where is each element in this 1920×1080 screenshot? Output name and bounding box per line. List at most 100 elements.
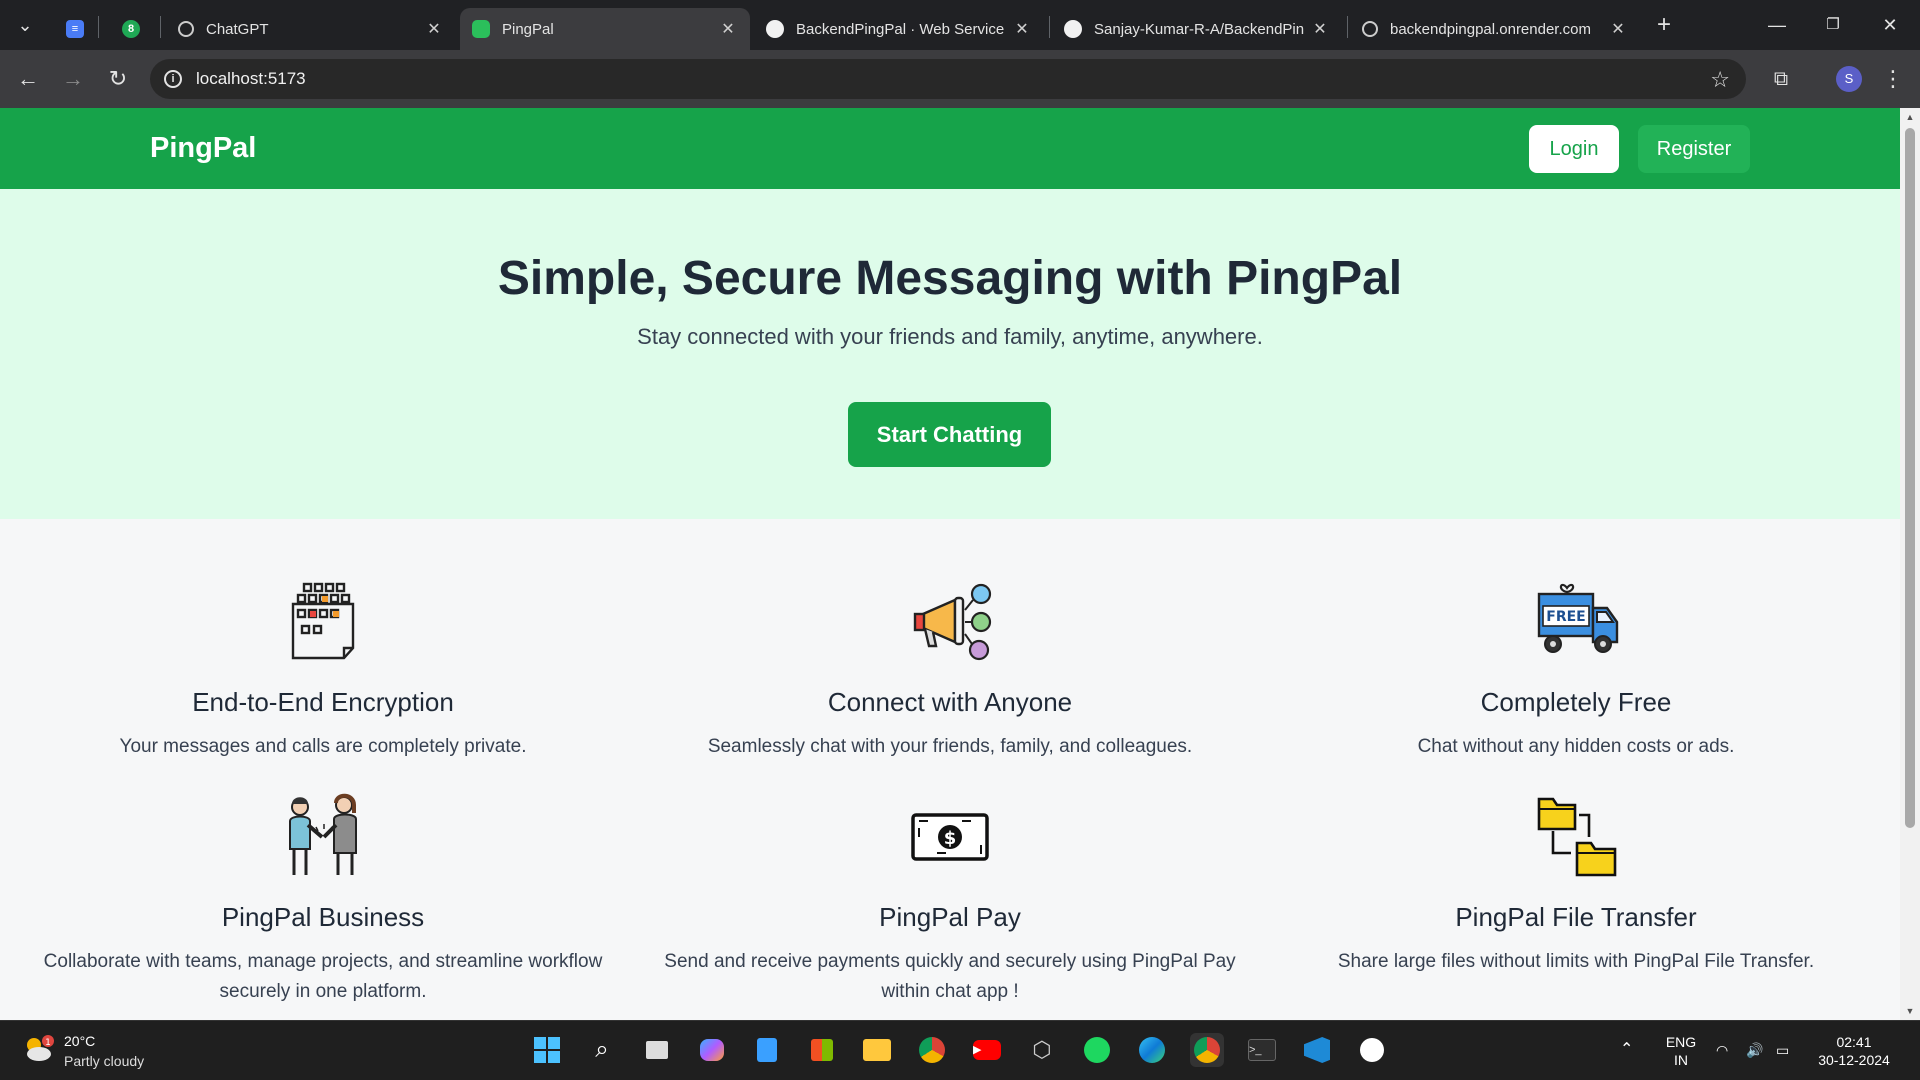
microsoft-store-icon[interactable] xyxy=(805,1033,839,1067)
restore-icon[interactable]: ❐ xyxy=(1813,10,1853,40)
feature-description: Share large files without limits with Pi… xyxy=(1337,951,1815,972)
docs-icon: ≡ xyxy=(66,20,84,38)
tab-render[interactable]: BackendPingPal · Web Service ✕ xyxy=(754,8,1044,50)
url-text: localhost:5173 xyxy=(196,69,306,88)
language-indicator[interactable]: ENG IN xyxy=(1662,1033,1700,1069)
spotify-icon[interactable] xyxy=(1080,1033,1114,1067)
scroll-up-icon[interactable]: ▲ xyxy=(1904,112,1916,122)
clock[interactable]: 02:41 30-12-2024 xyxy=(1812,1033,1896,1069)
feature-title: End-to-End Encryption xyxy=(192,687,454,717)
back-icon[interactable]: ← xyxy=(11,62,45,96)
globe-icon xyxy=(1362,21,1378,37)
windows-taskbar: 1 20°C Partly cloudy ⌕ ▶ ⬡ >_ ⌃ ENG IN ◠… xyxy=(0,1020,1920,1080)
page-viewport: PingPal Login Register Simple, Secure Me… xyxy=(0,108,1900,1020)
window-close-icon[interactable]: ✕ xyxy=(1870,10,1910,40)
tab-github[interactable]: Sanjay-Kumar-R-A/BackendPin ✕ xyxy=(1052,8,1342,50)
battery-icon[interactable]: ▭ xyxy=(1776,1041,1789,1059)
minimize-icon[interactable]: — xyxy=(1757,10,1797,40)
feature-card: PingPal File Transfer Share large files … xyxy=(1266,791,1886,977)
search-icon[interactable]: ⌕ xyxy=(585,1033,619,1067)
pinned-tab-badge[interactable]: 8 xyxy=(116,8,146,50)
tab-separator xyxy=(160,16,161,38)
copilot-icon[interactable] xyxy=(695,1033,729,1067)
register-button[interactable]: Register xyxy=(1638,125,1750,173)
tab-title: BackendPingPal · Web Service xyxy=(796,20,1005,38)
clock-date: 30-12-2024 xyxy=(1818,1052,1890,1068)
scroll-down-icon[interactable]: ▼ xyxy=(1904,1006,1916,1016)
edge-icon[interactable] xyxy=(1135,1033,1169,1067)
pinned-tab-docs[interactable]: ≡ xyxy=(60,8,90,50)
weather-condition: Partly cloudy xyxy=(64,1053,145,1069)
tab-separator xyxy=(98,16,99,38)
folders-icon xyxy=(1537,797,1617,877)
hero-subtitle: Stay connected with your friends and fam… xyxy=(637,324,1263,349)
close-icon[interactable]: ✕ xyxy=(1012,19,1032,39)
tab-search-dropdown-icon[interactable]: ⌄ xyxy=(6,10,44,40)
language-code: ENG xyxy=(1665,1034,1697,1050)
notepad-icon[interactable] xyxy=(750,1033,784,1067)
tab-separator xyxy=(1049,16,1050,38)
windows-start-icon[interactable] xyxy=(530,1033,564,1067)
close-icon[interactable]: ✕ xyxy=(1310,19,1330,39)
close-icon[interactable]: ✕ xyxy=(718,19,738,39)
github-icon xyxy=(1064,20,1082,38)
feature-card: PingPal Business Collaborate with teams,… xyxy=(13,791,633,1007)
feature-title: PingPal File Transfer xyxy=(1455,902,1697,932)
tab-chatgpt[interactable]: ChatGPT ✕ xyxy=(166,8,456,50)
feature-description: Collaborate with teams, manage projects,… xyxy=(43,951,603,1002)
page-scrollbar[interactable]: ▲ ▼ xyxy=(1900,108,1920,1020)
feature-title: Completely Free xyxy=(1480,687,1672,717)
chrome-profile-icon[interactable] xyxy=(1190,1033,1224,1067)
feature-card: FREE Completely Free Chat without any hi… xyxy=(1266,576,1886,762)
tab-title: backendpingpal.onrender.com xyxy=(1390,20,1591,38)
login-button[interactable]: Login xyxy=(1529,125,1619,173)
clock-time: 02:41 xyxy=(1836,1034,1872,1050)
brand-logo[interactable]: PingPal xyxy=(150,132,256,165)
feature-description: Send and receive payments quickly and se… xyxy=(664,951,1236,1002)
forward-icon[interactable]: → xyxy=(56,62,90,96)
site-info-icon[interactable]: i xyxy=(164,70,182,88)
reload-icon[interactable]: ↻ xyxy=(101,62,135,96)
encryption-grid-icon xyxy=(291,582,355,660)
show-hidden-icons-chevron[interactable]: ⌃ xyxy=(1620,1041,1633,1059)
new-tab-icon[interactable]: + xyxy=(1644,10,1684,40)
youtube-icon[interactable]: ▶ xyxy=(970,1033,1004,1067)
render-icon xyxy=(766,20,784,38)
weather-badge: 1 xyxy=(45,1038,51,1048)
browser-menu-icon[interactable]: ⋮ xyxy=(1876,62,1910,96)
close-icon[interactable]: ✕ xyxy=(424,19,444,39)
vscode-icon[interactable] xyxy=(1300,1033,1334,1067)
svg-text:FREE: FREE xyxy=(1546,609,1585,625)
chrome-icon[interactable] xyxy=(915,1033,949,1067)
profile-avatar[interactable]: S xyxy=(1836,66,1862,92)
dollar-bill-icon: $ xyxy=(911,813,989,861)
free-truck-icon: FREE xyxy=(1537,583,1619,653)
task-view-icon[interactable] xyxy=(640,1033,674,1067)
feature-title: PingPal Pay xyxy=(879,902,1021,932)
bookmark-star-icon[interactable]: ☆ xyxy=(1710,67,1730,93)
tab-title: PingPal xyxy=(502,20,554,38)
feature-description: Chat without any hidden costs or ads. xyxy=(1417,736,1735,757)
start-chatting-button[interactable]: Start Chatting xyxy=(848,402,1051,467)
tab-pingpal[interactable]: PingPal ✕ xyxy=(460,8,750,50)
feature-card: End-to-End Encryption Your messages and … xyxy=(13,576,633,762)
extensions-icon[interactable]: ⧉ xyxy=(1764,62,1798,96)
feature-description: Seamlessly chat with your friends, famil… xyxy=(707,736,1193,757)
pingpal-chat-icon xyxy=(472,20,490,38)
site-navbar: PingPal Login Register xyxy=(0,108,1900,189)
feature-card: Connect with Anyone Seamlessly chat with… xyxy=(640,576,1260,762)
file-explorer-icon[interactable] xyxy=(860,1033,894,1067)
close-icon[interactable]: ✕ xyxy=(1608,19,1628,39)
unity-icon[interactable]: ⬡ xyxy=(1025,1033,1059,1067)
terminal-icon[interactable]: >_ xyxy=(1245,1033,1279,1067)
wifi-icon[interactable]: ◠ xyxy=(1716,1041,1728,1059)
handshake-icon xyxy=(289,793,357,875)
mongodb-compass-icon[interactable] xyxy=(1355,1033,1389,1067)
tab-backend-url[interactable]: backendpingpal.onrender.com ✕ xyxy=(1350,8,1640,50)
address-bar[interactable]: i localhost:5173 ☆ xyxy=(150,59,1746,99)
volume-icon[interactable]: 🔊 xyxy=(1746,1041,1763,1059)
partly-cloudy-icon: 1 xyxy=(27,1035,54,1061)
whatsapp-badge-icon: 8 xyxy=(122,20,140,38)
scrollbar-thumb[interactable] xyxy=(1905,128,1915,828)
browser-tab-strip: ⌄ ≡ 8 ChatGPT ✕ PingPal ✕ BackendPingPal… xyxy=(0,0,1920,50)
